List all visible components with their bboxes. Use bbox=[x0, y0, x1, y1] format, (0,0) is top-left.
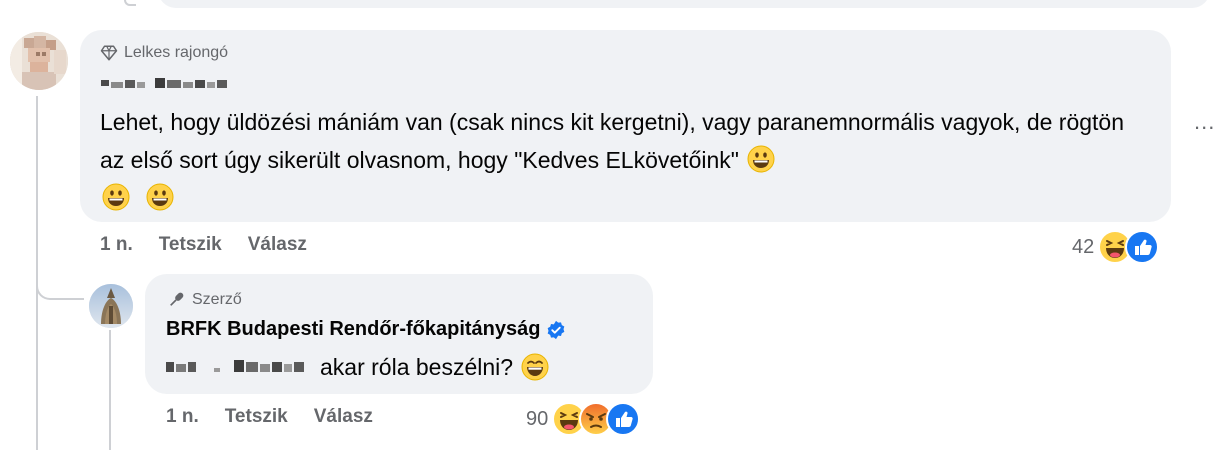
comment-actions: 1 n. Tetszik Válasz bbox=[100, 234, 307, 256]
like-button[interactable]: Tetszik bbox=[159, 234, 222, 256]
reactions-summary[interactable]: 90 bbox=[526, 402, 641, 436]
author-name-redacted[interactable] bbox=[101, 76, 241, 92]
thread-connector bbox=[124, 0, 136, 6]
grinning-squinting-emoji-icon bbox=[521, 353, 549, 381]
reply-button[interactable]: Válasz bbox=[248, 234, 307, 256]
reply-thread-line bbox=[109, 330, 111, 450]
previous-comment-bubble bbox=[158, 0, 1210, 8]
badge-label: Lelkes rajongó bbox=[124, 44, 229, 61]
comment-time[interactable]: 1 n. bbox=[100, 234, 133, 256]
reply-connector-curve bbox=[36, 268, 84, 300]
verified-badge-icon bbox=[548, 320, 565, 339]
grinning-emoji-icon bbox=[146, 183, 174, 211]
page-avatar[interactable] bbox=[89, 284, 133, 328]
comment-text: Lehet, hogy üldözési mániám van (csak ni… bbox=[100, 103, 1150, 217]
like-reaction-icon bbox=[606, 402, 641, 436]
diamond-icon bbox=[100, 45, 118, 61]
grinning-emoji-icon bbox=[102, 183, 130, 211]
microphone-icon bbox=[170, 292, 184, 306]
fan-badge[interactable]: Lelkes rajongó bbox=[100, 44, 228, 62]
mention-redacted[interactable] bbox=[166, 358, 316, 376]
reply-actions: 1 n. Tetszik Válasz bbox=[166, 406, 373, 428]
author-badge[interactable]: Szerző bbox=[166, 290, 242, 310]
reaction-count: 90 bbox=[526, 407, 549, 430]
like-reaction-icon bbox=[1125, 230, 1160, 264]
reply-text: akar róla beszélni? bbox=[166, 350, 551, 384]
reaction-count: 42 bbox=[1072, 235, 1095, 258]
badge-label: Szerző bbox=[192, 291, 242, 308]
comment-time[interactable]: 1 n. bbox=[166, 406, 199, 428]
reactions-summary[interactable]: 42 bbox=[1072, 230, 1160, 264]
grinning-emoji-icon bbox=[747, 145, 775, 173]
more-options-button[interactable]: ... bbox=[1194, 111, 1222, 140]
author-name[interactable]: BRFK Budapesti Rendőr-főkapitányság bbox=[166, 318, 566, 341]
reply-button[interactable]: Válasz bbox=[314, 406, 373, 428]
like-button[interactable]: Tetszik bbox=[225, 406, 288, 428]
avatar[interactable] bbox=[10, 32, 68, 90]
